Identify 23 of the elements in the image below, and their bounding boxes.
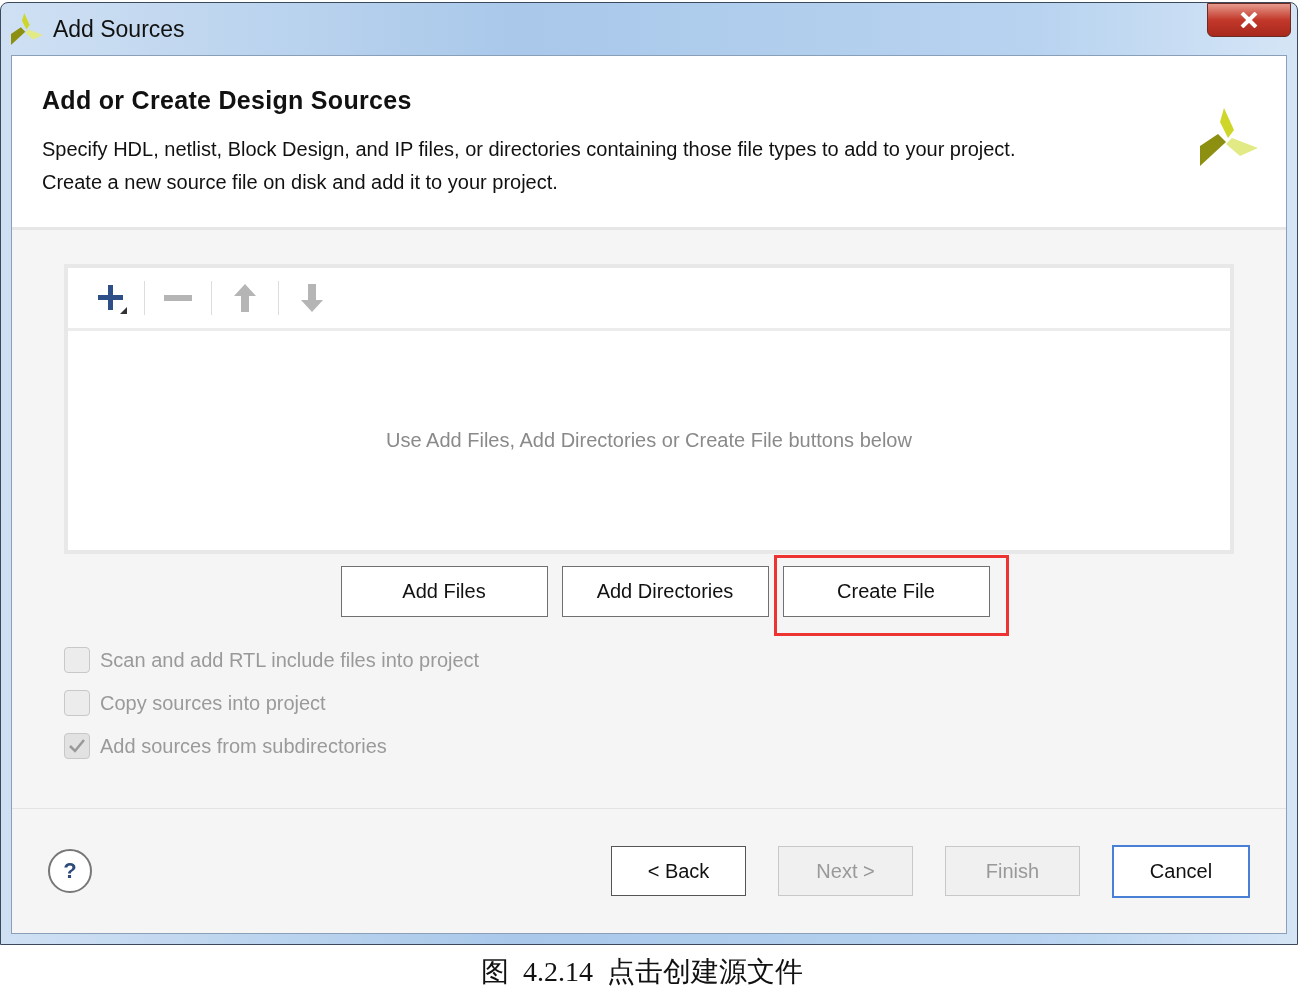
description-text: Create a new source file on disk and add it to your project. <box>42 170 559 195</box>
figure-caption: 图 4.2.14 点击创建源文件 <box>480 955 804 989</box>
checkbox-label: Add sources from subdirectories <box>100 734 387 758</box>
action-button[interactable]: Add Files <box>340 566 548 617</box>
action-button[interactable]: Add Directories <box>561 566 769 617</box>
action-button[interactable]: Create File <box>782 566 990 617</box>
description-text: Specify HDL, netlist, Block Design, and IP files, or directories containing those file types to add to your project. <box>42 137 1016 162</box>
app-logo-icon <box>11 13 43 45</box>
page-heading: Add or Create Design Sources <box>42 86 413 115</box>
checkmark-icon <box>69 739 85 753</box>
checkbox-label: Copy sources into project <box>100 691 326 715</box>
checkbox-label: Scan and add RTL include files into project <box>100 648 480 672</box>
footer-button[interactable]: < Back <box>611 846 746 896</box>
close-icon <box>1240 12 1258 28</box>
footer-button[interactable]: Cancel <box>1112 844 1250 898</box>
up-arrow-icon <box>234 284 256 312</box>
down-arrow-icon <box>301 284 323 312</box>
help-button[interactable]: ? <box>48 849 92 893</box>
empty-list-message: Use Add Files, Add Directories or Create File buttons below <box>386 429 912 452</box>
minus-icon <box>164 294 192 302</box>
close-button[interactable] <box>1207 3 1291 37</box>
window-title: Add Sources <box>52 15 185 43</box>
logo-icon <box>1200 108 1258 166</box>
